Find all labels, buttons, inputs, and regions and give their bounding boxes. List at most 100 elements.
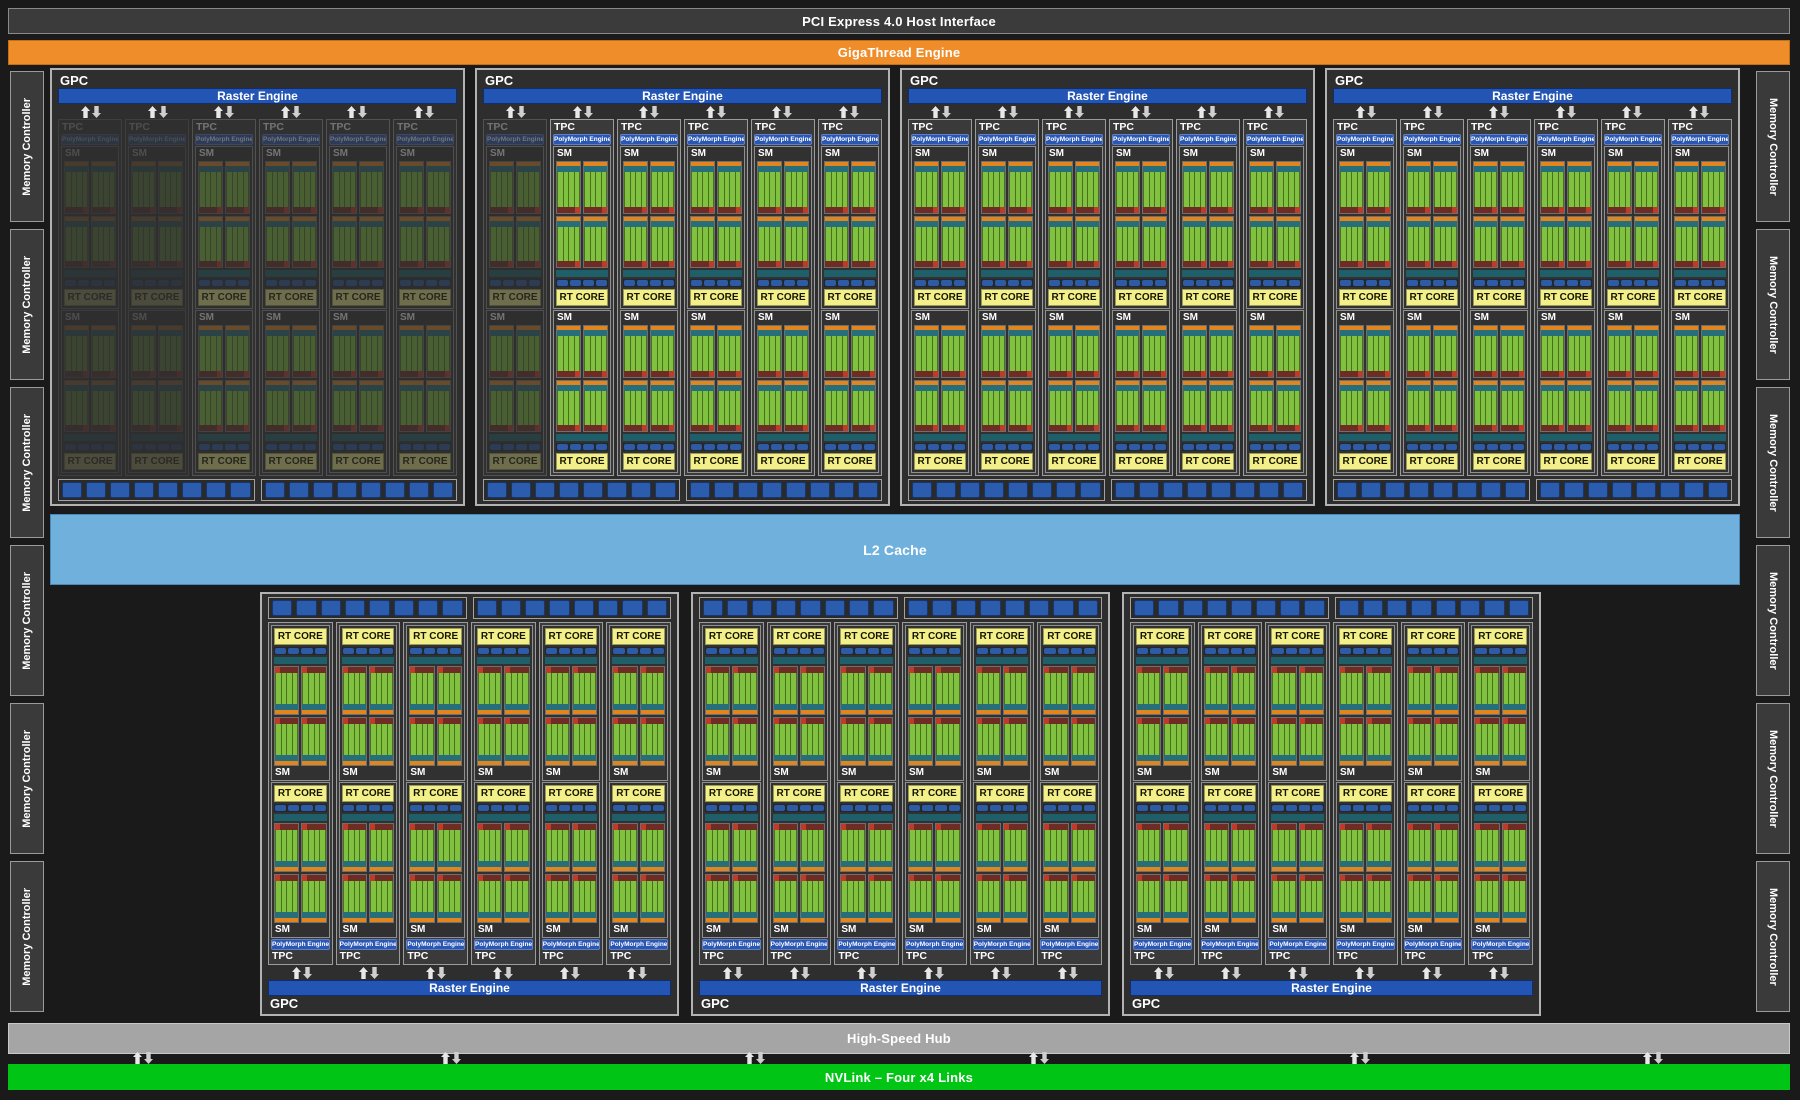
tensor-square [1720, 425, 1725, 431]
tex-unit-bar [1182, 443, 1234, 451]
scheduler-strip [275, 710, 298, 714]
tex-segment [1340, 805, 1351, 811]
sm-block-grid [1406, 325, 1458, 432]
tensor-strip [1501, 425, 1524, 431]
cuda-core-bars [691, 227, 714, 262]
rop-group [261, 479, 458, 501]
cuda-core-bars [1434, 227, 1457, 262]
tpc-block: TPCPolyMorph EngineSMRT CORESMRT CORE [58, 119, 122, 476]
core-bar [1414, 881, 1419, 912]
rt-core-box: RT CORE [477, 628, 530, 645]
sm-processing-block [757, 380, 782, 433]
sm-processing-block [612, 874, 637, 923]
cuda-core-bars [733, 673, 756, 704]
core-bar [1709, 172, 1714, 207]
sm-processing-block [369, 874, 394, 923]
core-bar [1636, 172, 1641, 207]
tensor-square [1295, 207, 1300, 213]
tensor-strip [825, 207, 848, 213]
l1-cache-strip [1339, 270, 1391, 277]
tex-segment [275, 805, 286, 811]
scheduler-strip [641, 867, 664, 871]
tex-unit-bar [824, 443, 876, 451]
sm-processing-block [1163, 717, 1188, 766]
memory-controller-label: Memory Controller [1767, 256, 1779, 354]
rop-unit [86, 482, 106, 498]
cuda-core-bars [1367, 336, 1390, 371]
tex-unit-bar [198, 443, 250, 451]
core-bar [1290, 673, 1295, 704]
rt-core-box: RT CORE [265, 453, 317, 470]
tensor-strip [1541, 425, 1564, 431]
core-bar [791, 830, 796, 861]
tensor-square [1161, 207, 1166, 213]
core-bar [1347, 881, 1352, 912]
scheduler-strip [343, 710, 366, 714]
core-bar [954, 881, 959, 912]
core-bar [652, 336, 657, 371]
core-bar [1553, 172, 1558, 207]
sm-processing-block [868, 874, 893, 923]
core-bar [294, 336, 299, 371]
cuda-core-bars [333, 336, 356, 371]
core-bar [614, 724, 619, 755]
tensor-square [1492, 371, 1497, 377]
core-bar [1379, 227, 1384, 262]
tex-unit-bar [976, 804, 1029, 812]
down-arrow-icon [370, 967, 379, 979]
cuda-core-bars [915, 391, 938, 426]
core-bar [1077, 391, 1082, 426]
core-bar [832, 227, 837, 262]
down-arrow-icon [358, 106, 367, 118]
core-bar [596, 336, 601, 371]
tex-segment [478, 648, 489, 654]
up-arrow-icon [1556, 106, 1565, 118]
sm-processing-block [131, 380, 156, 433]
tex-segment [546, 648, 557, 654]
core-bar [238, 172, 243, 207]
l1-cache-strip [976, 657, 1029, 664]
core-bar [166, 336, 171, 371]
sm-label: SM [757, 149, 809, 159]
sm-processing-block [851, 325, 876, 378]
cuda-core-bars [718, 227, 741, 262]
core-bar [1425, 673, 1430, 704]
cuda-core-bars [1340, 881, 1363, 912]
cuda-core-bars [1408, 724, 1431, 755]
core-bar [1548, 227, 1553, 262]
down-arrow-icon [452, 1052, 461, 1064]
core-bar [1165, 830, 1170, 861]
core-bar [1385, 227, 1390, 262]
scheduler-strip [1004, 710, 1027, 714]
sm-block: RT CORESM [837, 625, 896, 781]
cuda-core-bars [977, 724, 1000, 755]
core-bar [305, 391, 310, 426]
sm-processing-block [1634, 380, 1659, 433]
core-bar [177, 336, 182, 371]
core-bar [1559, 227, 1564, 262]
core-bar [859, 881, 864, 912]
sm-processing-block [369, 666, 394, 715]
down-arrow-icon [1367, 106, 1376, 118]
core-bar [1452, 336, 1457, 371]
tensor-square [843, 207, 848, 213]
core-bar [1414, 172, 1419, 207]
core-bar [751, 724, 756, 755]
core-bar [1005, 881, 1010, 912]
core-bar [1380, 830, 1385, 861]
sm-block: SMRT CORE [1045, 310, 1103, 473]
rop-unit [394, 600, 414, 616]
cuda-core-bars [159, 391, 182, 426]
tex-segment [585, 648, 596, 654]
tensor-square [110, 261, 115, 267]
core-bar [1682, 227, 1687, 262]
tex-segment [1044, 805, 1055, 811]
core-bar [575, 391, 580, 426]
core-bar [1615, 172, 1620, 207]
scheduler-strip [410, 918, 433, 922]
core-bar [1165, 881, 1170, 912]
sm-block: RT CORESM [905, 782, 964, 938]
core-bar [1250, 724, 1255, 755]
core-bar [563, 881, 568, 912]
l1-cache-strip [824, 434, 876, 441]
